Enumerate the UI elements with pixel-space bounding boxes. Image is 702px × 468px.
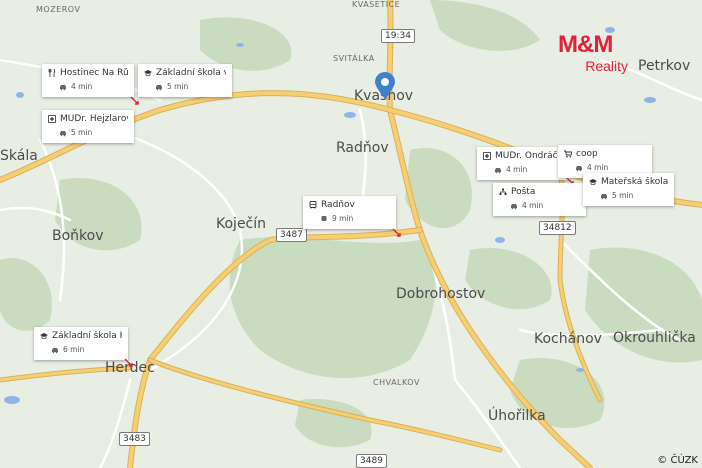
poi-name: Mateřská škola B... [601,177,668,187]
poi-name: coop [576,149,598,159]
poi-name: Radňov [321,200,355,210]
school-icon [40,333,48,340]
car-icon [511,203,517,209]
place-label-skala: Skála [0,148,38,164]
map-canvas[interactable]: 19:34 3487 34812 3483 3489 MOZEROV KVASE… [0,0,702,468]
poi-time: 4 min [587,163,609,172]
poi-time: 4 min [506,165,528,174]
poi-card-mudr-hejzlarova[interactable]: MUDr. Hejzlarová... 5 min [42,110,134,143]
poi-pointer-icon [124,358,133,367]
location-pin-icon[interactable] [374,72,396,105]
poi-time: 5 min [167,82,189,91]
logo-sub: Reality [585,58,628,74]
road-shield-34812: 34812 [539,221,576,235]
road-shield-3483: 3483 [119,432,150,446]
poi-card-zs-herdec[interactable]: Základní škola He... 6 min [34,327,128,360]
poi-card-materska-skola[interactable]: Mateřská škola B... 5 min [583,173,674,206]
bus-small-icon [321,215,327,221]
poi-time: 9 min [332,214,354,223]
poi-name: Základní škola věž [156,68,226,78]
car-icon [576,165,582,171]
poi-time: 5 min [71,128,93,137]
poi-name: MUDr. Ondráček ... [495,151,564,161]
post-office-icon [499,188,507,195]
place-label-kojecin: Koječín [216,216,267,232]
car-icon [52,347,58,353]
logo-main: M&M [558,31,613,58]
car-icon [60,130,66,136]
poi-name: Hostinec Na Růžku [60,68,128,78]
road-shield-3489: 3489 [356,454,387,468]
place-label-okrouhlicka: Okrouhlička [613,330,696,346]
bus-icon [309,201,317,209]
poi-name: MUDr. Hejzlarová... [60,114,128,124]
school-icon [144,70,152,77]
medical-icon [483,152,491,160]
poi-name: Základní škola He... [52,331,122,341]
shopping-cart-icon [564,150,572,158]
place-label-bonkov: Boňkov [52,228,104,244]
poi-name: Pošta [511,187,536,197]
poi-time: 6 min [63,345,85,354]
car-icon [601,193,607,199]
place-label-mozerov: MOZEROV [36,5,81,14]
car-icon [495,167,501,173]
car-icon [60,84,66,90]
poi-card-zs-vez[interactable]: Základní škola věž 5 min [138,64,232,97]
mm-reality-logo: M&M Reality [558,31,634,75]
place-label-chvalkov: CHVALKOV [373,378,420,387]
road-shield-3487: 3487 [276,228,307,242]
poi-card-mudr-ondracek[interactable]: MUDr. Ondráček ... 4 min [477,147,570,180]
poi-card-hostinec[interactable]: Hostinec Na Růžku 4 min [42,64,134,97]
place-label-dobrohostov: Dobrohostov [396,286,486,302]
place-label-radnov: Radňov [336,140,389,156]
poi-time: 4 min [71,82,93,91]
place-label-petrkov: Petrkov [638,58,691,74]
map-copyright: © ČÚZK [657,455,698,466]
place-label-kochanov: Kochánov [534,331,602,347]
place-label-kvasetice: KVASETICE [352,0,401,9]
poi-card-posta[interactable]: Pošta 4 min [493,183,586,216]
poi-pointer-icon [130,96,139,105]
place-label-uhorilka: Úhořilka [488,408,546,424]
poi-time: 5 min [612,191,634,200]
medical-icon [48,115,56,123]
road-shield-19-34: 19:34 [381,29,415,43]
car-icon [156,84,162,90]
school-icon [589,179,597,186]
poi-pointer-icon [392,228,401,237]
poi-time: 4 min [522,201,544,210]
poi-card-bus-radnov[interactable]: Radňov 9 min [303,196,396,229]
restaurant-icon [48,69,56,77]
place-label-svitalka: SVITÁLKA [333,54,375,63]
